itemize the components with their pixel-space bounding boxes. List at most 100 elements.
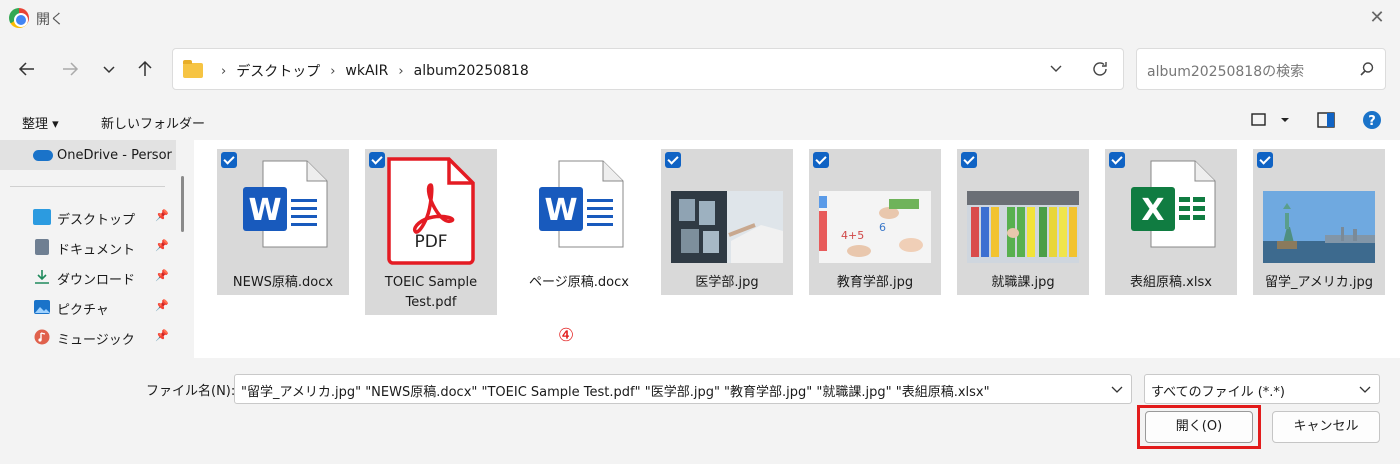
sidebar-item-label: ドキュメント (57, 243, 136, 258)
file-item[interactable]: 留学_アメリカ.jpg (1253, 149, 1385, 295)
download-icon (35, 270, 49, 284)
search-icon (1360, 62, 1374, 76)
pdf-label: PDF (414, 232, 448, 252)
file-list: W NEWS原稿.docx PDF TOEIC Sample Test.pdf … (194, 140, 1400, 358)
file-item[interactable]: W ページ原稿.docx (513, 149, 645, 295)
forward-button[interactable] (55, 54, 85, 84)
step-number-annotation: ④ (558, 325, 575, 346)
image-thumbnail (671, 191, 783, 263)
chevron-down-icon (1050, 65, 1062, 72)
up-button[interactable] (130, 54, 160, 84)
sidebar-scrollbar[interactable] (181, 176, 184, 232)
sidebar-item-desktop[interactable]: デスクトップ 📌 (0, 202, 176, 232)
svg-text:X: X (1141, 193, 1164, 228)
navigation-pane: OneDrive - Persor デスクトップ 📌 ドキュメント 📌 ダウンロ… (0, 140, 176, 358)
refresh-button[interactable] (1091, 60, 1109, 82)
pin-icon: 📌 (155, 239, 169, 252)
checkbox-checked[interactable] (961, 152, 977, 168)
chevron-down-icon[interactable] (1109, 380, 1125, 398)
divider (10, 186, 165, 187)
image-thumbnail (967, 191, 1079, 263)
music-icon (34, 329, 50, 345)
arrow-right-icon (63, 62, 79, 76)
cancel-button[interactable]: キャンセル (1272, 411, 1380, 443)
filename-label: ファイル名(N): (146, 384, 236, 399)
sidebar-item-music[interactable]: ミュージック 📌 (0, 322, 176, 352)
checkbox-checked[interactable] (221, 152, 237, 168)
help-button[interactable]: ? (1362, 110, 1382, 134)
sidebar-item-onedrive[interactable]: OneDrive - Persor (0, 140, 176, 170)
sidebar-item-pictures[interactable]: ピクチャ 📌 (0, 292, 176, 322)
address-dropdown-button[interactable] (1049, 61, 1063, 79)
sidebar-item-label: ダウンロード (57, 273, 136, 288)
title-bar: 開く ✕ (0, 0, 1400, 36)
file-item[interactable]: 4+5 6 教育学部.jpg (809, 149, 941, 295)
file-item[interactable]: X 表組原稿.xlsx (1105, 149, 1237, 295)
cloud-icon (33, 150, 53, 161)
preview-pane-icon (1317, 112, 1335, 128)
close-button[interactable]: ✕ (1362, 4, 1392, 32)
image-thumbnail: 4+5 6 (819, 191, 931, 263)
address-bar[interactable]: › デスクトップ › wkAIR › album20250818 (172, 48, 1124, 90)
file-type-select[interactable]: すべてのファイル (*.*) (1144, 374, 1380, 404)
filename-value: "留学_アメリカ.jpg" "NEWS原稿.docx" "TOEIC Sampl… (241, 385, 990, 400)
pin-icon: 📌 (155, 209, 169, 222)
view-options-button[interactable] (1250, 110, 1294, 134)
breadcrumb-item-album[interactable]: album20250818 (414, 63, 529, 79)
file-name-line1: TOEIC Sample (384, 275, 478, 290)
svg-text:4+5: 4+5 (841, 229, 864, 242)
file-name: 就職課.jpg (991, 275, 1055, 290)
dialog-footer: ファイル名(N): "留学_アメリカ.jpg" "NEWS原稿.docx" "T… (0, 358, 1400, 464)
chevron-right-icon: › (398, 63, 404, 79)
preview-pane-button[interactable] (1316, 110, 1336, 134)
checkbox-checked[interactable] (369, 152, 385, 168)
search-placeholder: album20250818の検索 (1147, 64, 1305, 80)
command-toolbar: 整理 ▾ 新しいフォルダー ? (0, 102, 1400, 140)
file-name-line2: Test.pdf (405, 295, 457, 310)
search-input[interactable]: album20250818の検索 (1136, 48, 1386, 90)
file-item[interactable]: W NEWS原稿.docx (217, 149, 349, 295)
breadcrumb-item-wkair[interactable]: wkAIR (345, 63, 388, 79)
file-name: 留学_アメリカ.jpg (1264, 275, 1374, 290)
help-icon: ? (1363, 111, 1381, 129)
checkbox-checked[interactable] (1109, 152, 1125, 168)
pin-icon: 📌 (155, 269, 169, 282)
excel-document-icon: X (1131, 160, 1216, 248)
svg-text:?: ? (1368, 114, 1376, 129)
checkbox-checked[interactable] (813, 152, 829, 168)
file-name: 医学部.jpg (695, 275, 759, 290)
file-type-value: すべてのファイル (*.*) (1151, 385, 1285, 400)
file-item[interactable]: PDF TOEIC Sample Test.pdf (365, 149, 497, 315)
file-item[interactable]: 医学部.jpg (661, 149, 793, 295)
chevron-down-icon (1359, 386, 1371, 393)
view-icon (1251, 113, 1289, 126)
navigation-bar: › デスクトップ › wkAIR › album20250818 album20… (0, 36, 1400, 102)
window-title: 開く (36, 12, 64, 28)
open-button[interactable]: 開く(O) (1145, 411, 1253, 443)
chevron-down-icon (103, 66, 115, 74)
filename-field[interactable]: "留学_アメリカ.jpg" "NEWS原稿.docx" "TOEIC Sampl… (234, 374, 1132, 404)
file-name: ページ原稿.docx (529, 275, 629, 290)
checkbox-checked[interactable] (1257, 152, 1273, 168)
sidebar-item-documents[interactable]: ドキュメント 📌 (0, 232, 176, 262)
file-item[interactable]: 就職課.jpg (957, 149, 1089, 295)
recent-locations-button[interactable] (94, 54, 124, 84)
refresh-icon (1093, 62, 1107, 76)
pin-icon: 📌 (155, 299, 169, 312)
arrow-left-icon (18, 62, 34, 76)
breadcrumb-item-desktop[interactable]: デスクトップ (236, 61, 320, 81)
sidebar-item-downloads[interactable]: ダウンロード 📌 (0, 262, 176, 292)
organize-button[interactable]: 整理 ▾ (22, 113, 59, 132)
svg-text:6: 6 (879, 221, 886, 234)
pin-icon: 📌 (155, 329, 169, 342)
new-folder-button[interactable]: 新しいフォルダー (101, 113, 205, 132)
sidebar-item-label: ピクチャ (57, 303, 109, 318)
checkbox-checked[interactable] (665, 152, 681, 168)
chevron-right-icon: › (330, 63, 336, 79)
sidebar-item-label: OneDrive - Persor (57, 148, 172, 163)
file-name: 教育学部.jpg (836, 275, 914, 290)
folder-icon (183, 60, 203, 78)
app-logo-icon (9, 8, 29, 28)
back-button[interactable] (12, 54, 42, 84)
file-name: 表組原稿.xlsx (1130, 275, 1212, 290)
